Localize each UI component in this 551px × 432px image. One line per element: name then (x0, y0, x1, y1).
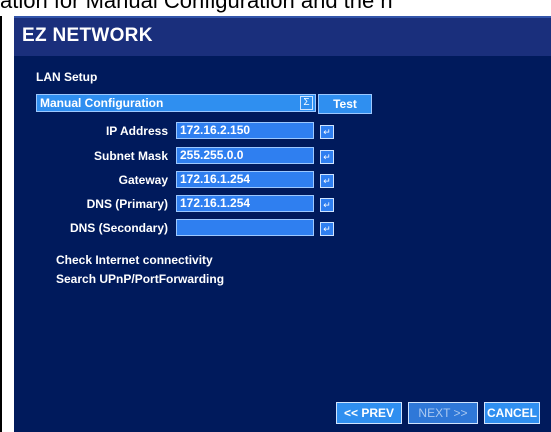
lan-mode-value: Manual Configuration (40, 96, 164, 110)
dropdown-arrow-icon[interactable]: Σ (300, 96, 313, 110)
cancel-button[interactable]: CANCEL (484, 402, 540, 424)
title-bar: EZ NETWORK (14, 18, 551, 56)
next-button[interactable]: NEXT >> (408, 402, 478, 424)
left-rule (0, 16, 2, 432)
test-button[interactable]: Test (318, 94, 372, 114)
ez-network-panel: EZ NETWORK LAN Setup Manual Configuratio… (14, 16, 551, 432)
enter-icon[interactable]: ↵ (320, 174, 334, 188)
gateway-label: Gateway (118, 173, 168, 187)
check-internet-link[interactable]: Check Internet connectivity (56, 253, 213, 267)
caption-fragment: ation for Manual Configuration and the n (0, 0, 393, 13)
dns-primary-field[interactable]: 172.16.1.254 (176, 195, 314, 212)
lan-mode-select[interactable]: Manual Configuration Σ (36, 94, 316, 112)
dns-primary-label: DNS (Primary) (86, 197, 168, 211)
subnet-mask-field[interactable]: 255.255.0.0 (176, 147, 314, 164)
prev-button[interactable]: << PREV (336, 402, 402, 424)
enter-icon[interactable]: ↵ (320, 150, 334, 164)
gateway-field[interactable]: 172.16.1.254 (176, 171, 314, 188)
subnet-mask-label: Subnet Mask (93, 149, 168, 163)
lan-setup-label: LAN Setup (36, 70, 98, 84)
search-upnp-link[interactable]: Search UPnP/PortForwarding (56, 272, 224, 286)
ip-address-label: IP Address (105, 124, 168, 138)
enter-icon[interactable]: ↵ (320, 125, 334, 139)
window-title: EZ NETWORK (22, 25, 153, 46)
ip-address-field[interactable]: 172.16.2.150 (176, 122, 314, 139)
dns-secondary-field[interactable] (176, 219, 314, 236)
enter-icon[interactable]: ↵ (320, 198, 334, 212)
enter-icon[interactable]: ↵ (320, 222, 334, 236)
dns-secondary-label: DNS (Secondary) (69, 221, 168, 235)
